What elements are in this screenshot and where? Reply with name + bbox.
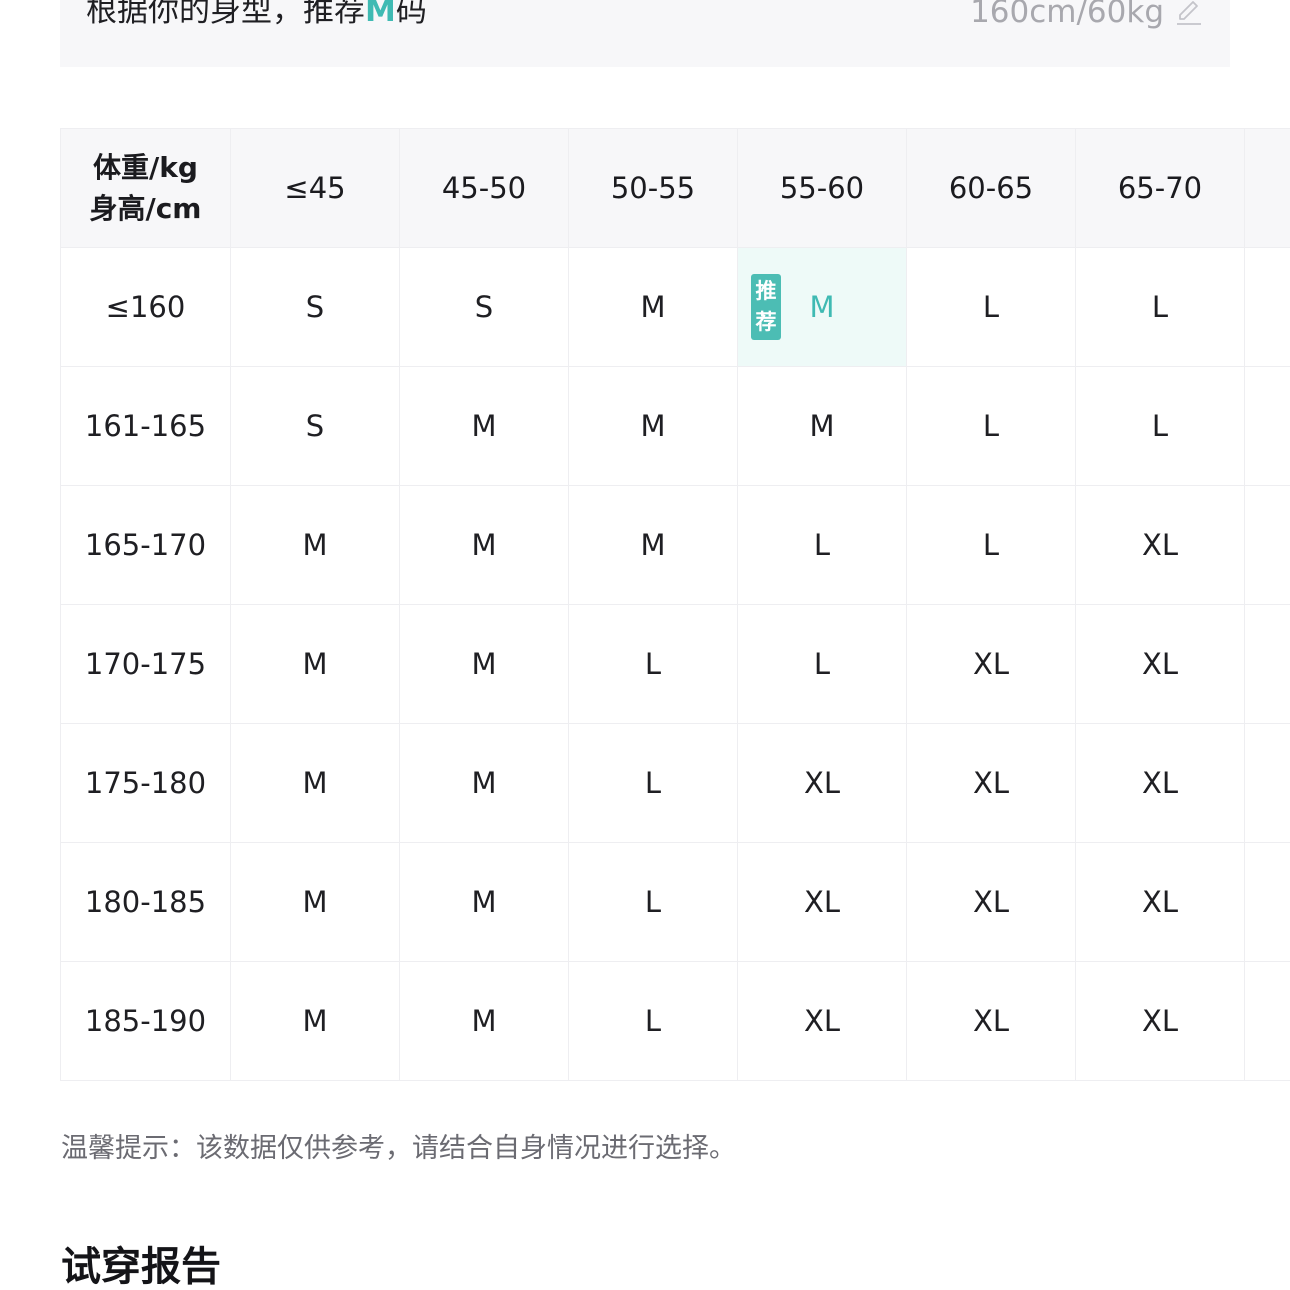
size-cell: M	[230, 604, 400, 724]
table-row: 175-180 M M L XL XL XL	[60, 723, 1290, 843]
height-row-header: 180-185	[60, 842, 231, 962]
body-info-text[interactable]: 160cm/60kg	[970, 0, 1164, 30]
size-cell	[1244, 247, 1290, 367]
weight-axis-label: 体重/kg	[93, 151, 198, 184]
size-cell: L	[1075, 247, 1245, 367]
size-cell: M	[399, 485, 569, 605]
size-guide-page: 根据你的身型，推荐M码 160cm/60kg 体重/kg 身高/cm ≤45 4…	[0, 0, 1290, 1290]
size-cell: M	[399, 366, 569, 486]
badge-char: 荐	[755, 310, 777, 334]
size-cell: L	[568, 842, 738, 962]
table-row: 161-165 S M M M L L	[60, 366, 1290, 486]
size-cell: L	[568, 723, 738, 843]
size-cell	[1244, 604, 1290, 724]
size-table: 体重/kg 身高/cm ≤45 45-50 50-55 55-60 60-65 …	[60, 128, 1290, 1081]
size-cell: M	[399, 842, 569, 962]
size-cell: XL	[1075, 723, 1245, 843]
table-header-row: 体重/kg 身高/cm ≤45 45-50 50-55 55-60 60-65 …	[60, 128, 1290, 248]
weight-header: ≤45	[230, 128, 400, 248]
size-cell: L	[906, 247, 1076, 367]
size-cell	[1244, 961, 1290, 1081]
size-cell: XL	[737, 842, 907, 962]
table-row: 170-175 M M L L XL XL	[60, 604, 1290, 724]
table-corner-header: 体重/kg 身高/cm	[60, 128, 231, 248]
size-cell: M	[230, 723, 400, 843]
table-row: 180-185 M M L XL XL XL	[60, 842, 1290, 962]
size-cell: M	[568, 247, 738, 367]
size-cell: XL	[1075, 842, 1245, 962]
recommendation-bar: 根据你的身型，推荐M码 160cm/60kg	[60, 0, 1230, 67]
height-row-header: ≤160	[60, 247, 231, 367]
height-row-header: 165-170	[60, 485, 231, 605]
size-cell: M	[568, 366, 738, 486]
size-cell: S	[230, 247, 400, 367]
weight-header: 60-65	[906, 128, 1076, 248]
recommendation-prefix: 根据你的身型，推荐	[86, 0, 365, 29]
pencil-edit-icon[interactable]	[1174, 0, 1204, 27]
weight-header: 7	[1244, 128, 1290, 248]
weight-header: 50-55	[568, 128, 738, 248]
reference-tip: 温馨提示：该数据仅供参考，请结合自身情况进行选择。	[61, 1133, 736, 1164]
height-axis-label: 身高/cm	[89, 192, 202, 225]
recommendation-suffix: 码	[395, 0, 427, 29]
size-cell: M	[737, 366, 907, 486]
body-info-edit[interactable]: 160cm/60kg	[970, 0, 1204, 30]
height-row-header: 185-190	[60, 961, 231, 1081]
try-on-report-title: 试穿报告	[61, 1244, 221, 1290]
size-cell: L	[906, 366, 1076, 486]
size-cell: M	[230, 961, 400, 1081]
size-cell: L	[568, 961, 738, 1081]
height-row-header: 175-180	[60, 723, 231, 843]
size-cell: XL	[1075, 485, 1245, 605]
recommended-size-value: M	[809, 290, 835, 324]
size-cell: XL	[737, 961, 907, 1081]
size-cell: XL	[737, 723, 907, 843]
size-cell: M	[399, 723, 569, 843]
size-cell: L	[737, 485, 907, 605]
size-cell	[1244, 723, 1290, 843]
size-cell	[1244, 485, 1290, 605]
weight-header: 45-50	[399, 128, 569, 248]
size-cell: L	[906, 485, 1076, 605]
weight-header: 55-60	[737, 128, 907, 248]
size-table-scroll[interactable]: 体重/kg 身高/cm ≤45 45-50 50-55 55-60 60-65 …	[60, 128, 1290, 1088]
size-cell: L	[1075, 366, 1245, 486]
size-cell	[1244, 366, 1290, 486]
recommended-size-cell: 推 荐 M	[737, 247, 907, 367]
size-cell: M	[230, 485, 400, 605]
size-cell: M	[230, 842, 400, 962]
recommended-badge: 推 荐	[751, 274, 781, 340]
size-cell: M	[399, 961, 569, 1081]
height-row-header: 161-165	[60, 366, 231, 486]
height-row-header: 170-175	[60, 604, 231, 724]
size-cell: XL	[906, 604, 1076, 724]
size-cell: S	[399, 247, 569, 367]
size-cell: M	[568, 485, 738, 605]
size-cell: XL	[906, 842, 1076, 962]
recommendation-text: 根据你的身型，推荐M码	[86, 0, 427, 30]
size-cell: XL	[906, 723, 1076, 843]
weight-header: 65-70	[1075, 128, 1245, 248]
size-cell: M	[399, 604, 569, 724]
badge-char: 推	[755, 279, 777, 303]
table-row: ≤160 S S M 推 荐 M L L	[60, 247, 1290, 367]
size-cell: XL	[1075, 604, 1245, 724]
size-cell: XL	[1075, 961, 1245, 1081]
size-cell	[1244, 842, 1290, 962]
size-cell: L	[568, 604, 738, 724]
table-row: 165-170 M M M L L XL	[60, 485, 1290, 605]
size-cell: XL	[906, 961, 1076, 1081]
size-cell: L	[737, 604, 907, 724]
recommended-size: M	[365, 0, 396, 29]
table-row: 185-190 M M L XL XL XL	[60, 961, 1290, 1081]
size-cell: S	[230, 366, 400, 486]
